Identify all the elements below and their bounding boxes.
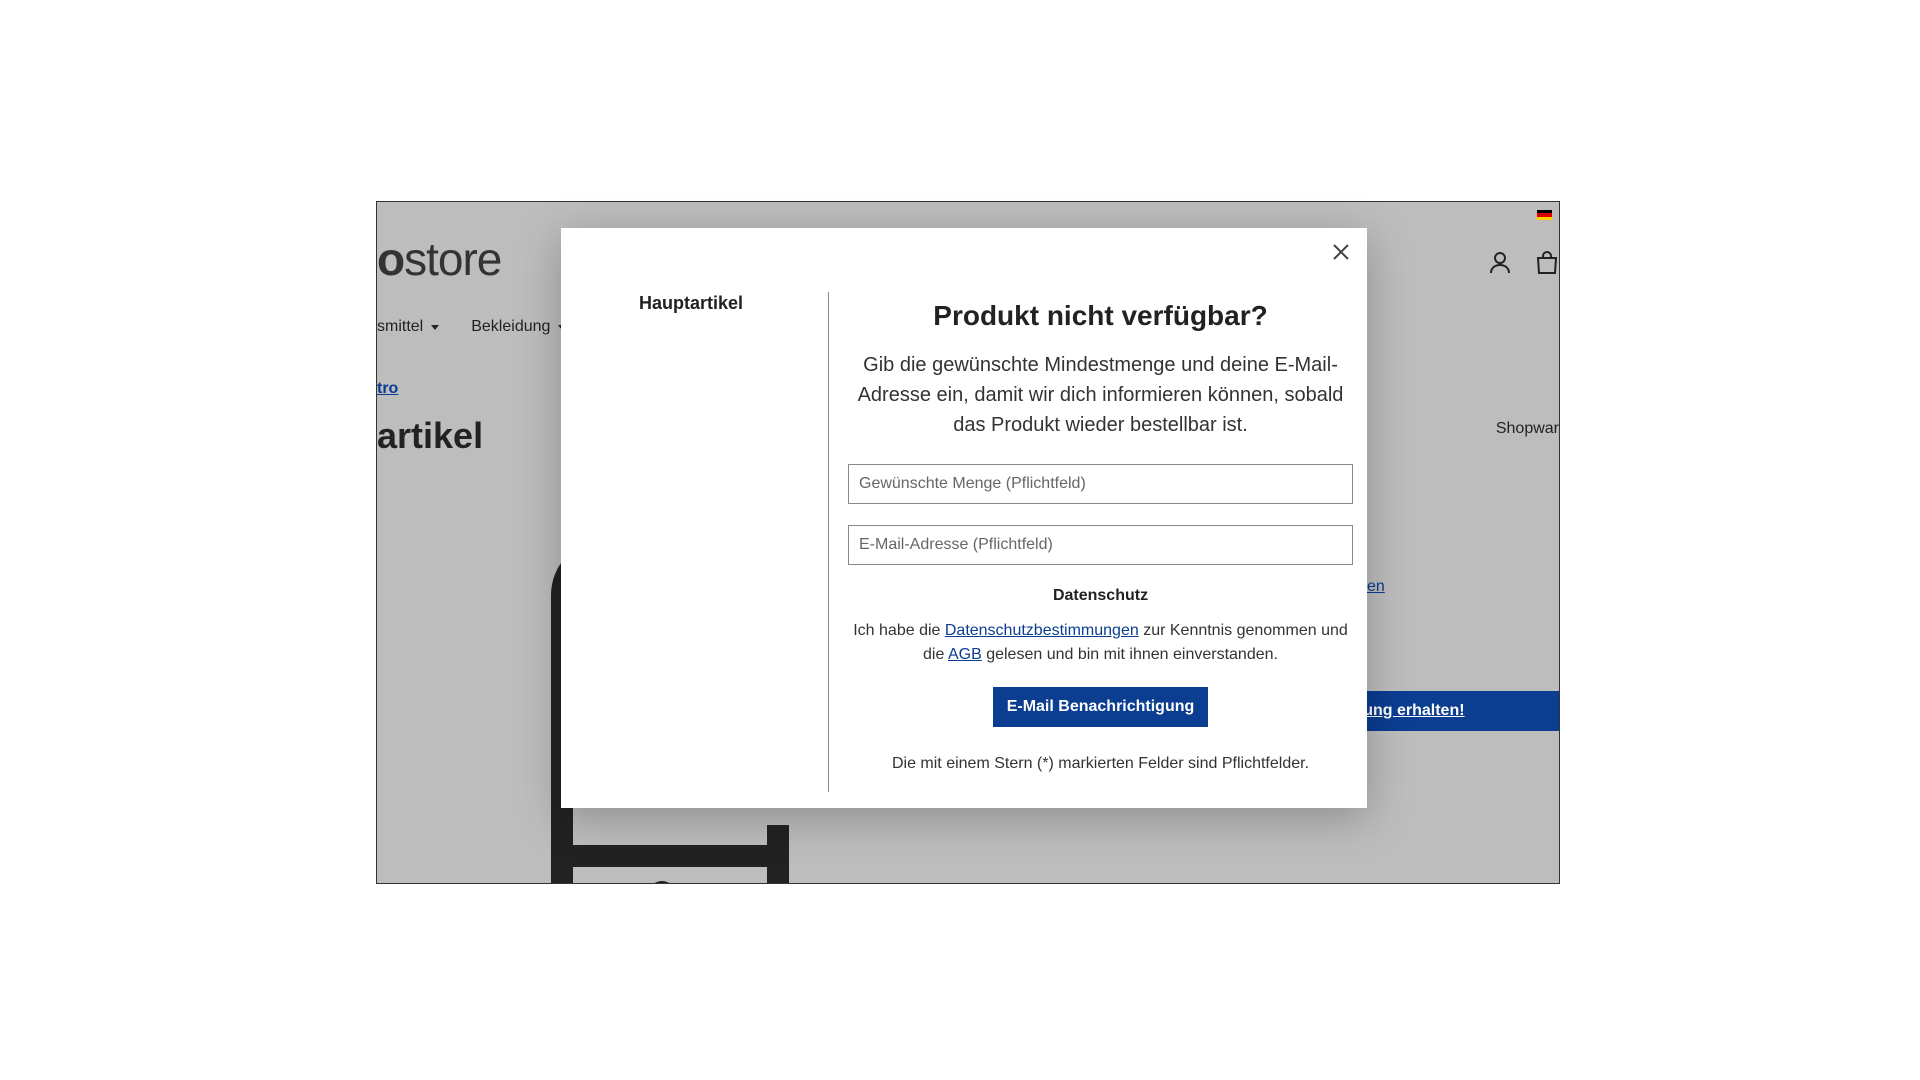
modal-description: Gib die gewünschte Mindestmenge und dein… [857, 354, 1344, 436]
privacy-text: Ich habe die Datenschutzbestimmungen zur… [848, 619, 1353, 667]
main-navigation: smittel Bekleidung [377, 318, 567, 336]
shopping-bag-icon[interactable] [1535, 251, 1559, 280]
nav-item-label: smittel [377, 318, 424, 335]
product-notification-modal: Hauptartikel Produkt nicht verfügbar? Gi… [561, 228, 1367, 808]
terms-link[interactable]: AGB [948, 646, 982, 663]
breadcrumb-link[interactable]: tro [377, 380, 398, 398]
privacy-policy-link[interactable]: Datenschutzbestimmungen [945, 622, 1139, 639]
privacy-heading: Datenschutz [1052, 587, 1149, 604]
modal-title: Produkt nicht verfügbar? [933, 300, 1268, 331]
logo-bold-part: o [377, 233, 405, 285]
privacy-text-part: gelesen und bin mit ihnen einverstanden. [981, 646, 1278, 663]
product-info-link[interactable]: en [1367, 578, 1385, 596]
modal-divider [828, 292, 829, 792]
nav-item-label: Bekleidung [471, 318, 551, 335]
main-article-label: Hauptartikel [639, 293, 744, 313]
privacy-text-part: Ich habe die [853, 622, 945, 639]
chevron-down-icon [431, 324, 440, 330]
email-input[interactable] [848, 525, 1353, 565]
store-logo[interactable]: ostore [377, 232, 502, 286]
email-notification-button[interactable]: E-Mail Benachrichtigung [992, 687, 1209, 727]
quantity-input[interactable] [848, 464, 1353, 504]
user-icon[interactable] [1489, 251, 1511, 280]
notification-form: Produkt nicht verfügbar? Gib die gewünsc… [848, 288, 1353, 773]
german-flag-icon[interactable] [1537, 210, 1552, 220]
required-fields-note: Die mit einem Stern (*) markierten Felde… [891, 755, 1310, 772]
product-title: artikel [377, 415, 484, 456]
nav-item-bekleidung[interactable]: Bekleidung [471, 318, 567, 336]
nav-item-hilfsmittel[interactable]: smittel [377, 318, 440, 336]
close-icon [1333, 244, 1349, 260]
logo-text: store [404, 233, 502, 285]
manufacturer-label[interactable]: Shopwar [1496, 420, 1559, 438]
close-button[interactable] [1327, 238, 1355, 266]
